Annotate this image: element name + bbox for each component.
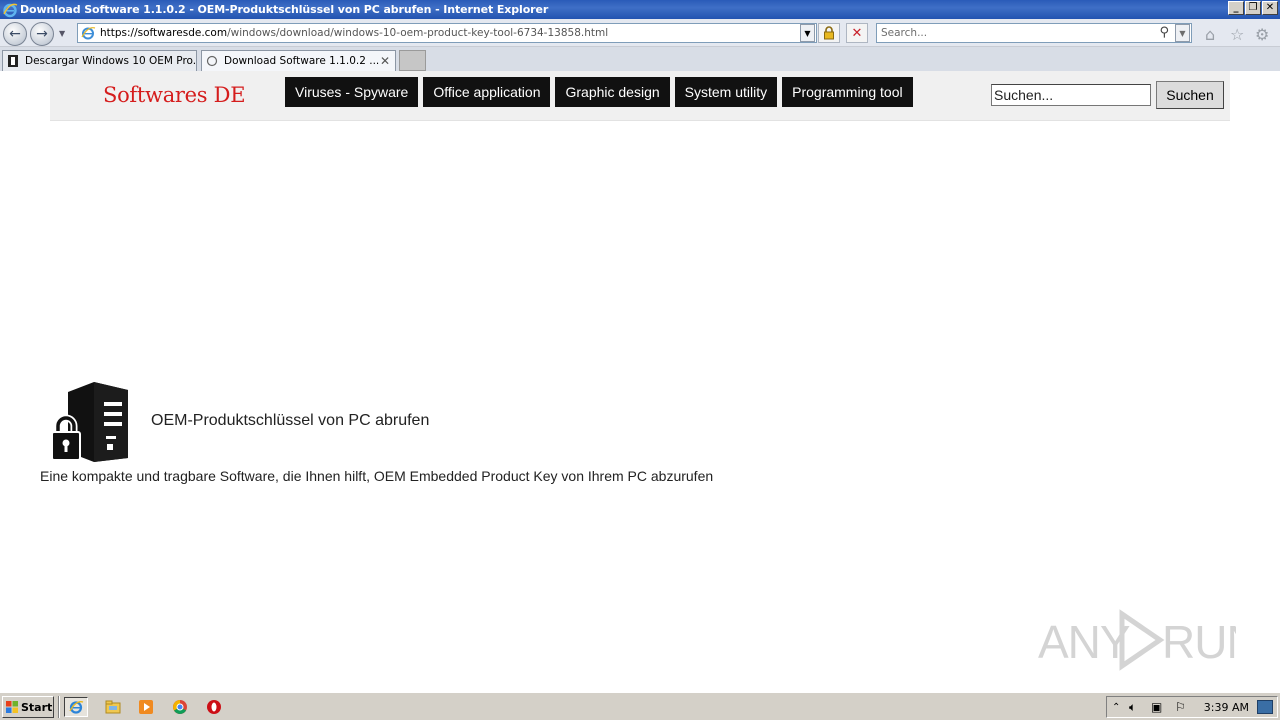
history-dropdown-icon[interactable]: ▼	[59, 29, 65, 38]
svg-text:ANY: ANY	[1038, 616, 1130, 668]
taskbar: Start ⌃ 🔈︎ ▣ ⚐ 3:39 AM	[0, 692, 1280, 720]
close-tab-icon[interactable]: ✕	[380, 54, 390, 68]
search-provider-dropdown[interactable]: ▼	[1175, 24, 1190, 42]
site-search-input[interactable]: Suchen...	[991, 84, 1151, 106]
menu-item-graphic-design[interactable]: Graphic design	[555, 77, 670, 107]
minimize-button[interactable]: _	[1228, 1, 1244, 15]
site-header: Softwares DE Viruses - Spyware Office ap…	[50, 71, 1230, 121]
forward-button[interactable]: →	[30, 22, 54, 46]
gear-icon[interactable]: ⚙	[1255, 25, 1269, 44]
internet-explorer-icon	[69, 701, 84, 714]
lock-icon	[824, 26, 834, 40]
action-center-flag-icon[interactable]: ⚐	[1175, 700, 1186, 714]
opera-icon	[207, 700, 221, 714]
chevron-down-icon: ▼	[804, 28, 811, 38]
media-player-icon	[139, 700, 153, 714]
address-bar[interactable]: https://softwaresde.com/windows/download…	[77, 23, 817, 43]
anyrun-watermark: ANY RUN	[1036, 606, 1236, 672]
tab-download-software[interactable]: Download Software 1.1.0.2 ... ✕	[201, 50, 396, 71]
new-tab-button[interactable]	[399, 50, 426, 71]
favorites-star-icon[interactable]: ☆	[1230, 25, 1244, 44]
start-button[interactable]: Start	[2, 696, 54, 718]
window-title-bar[interactable]: Download Software 1.1.0.2 - OEM-Produkts…	[0, 0, 1280, 19]
system-tray: ⌃ 🔈︎ ▣ ⚐ 3:39 AM	[1106, 696, 1278, 718]
menu-item-office-application[interactable]: Office application	[423, 77, 551, 107]
clock[interactable]: 3:39 AM	[1204, 701, 1249, 714]
close-icon: ✕	[851, 25, 863, 41]
forward-arrow-icon: →	[36, 26, 48, 42]
address-dropdown-button[interactable]: ▼	[800, 24, 815, 42]
start-label: Start	[21, 700, 53, 714]
tab-label: Download Software 1.1.0.2 ...	[224, 55, 380, 67]
menu-item-viruses-spyware[interactable]: Viruses - Spyware	[285, 77, 419, 107]
menu-item-programming-tool[interactable]: Programming tool	[782, 77, 913, 107]
folder-icon	[105, 700, 121, 714]
window-title: Download Software 1.1.0.2 - OEM-Produkts…	[20, 3, 549, 16]
stop-button[interactable]: ✕	[846, 23, 868, 43]
chevron-down-icon: ▼	[1179, 28, 1186, 38]
chrome-icon	[173, 700, 187, 714]
url-host: https://softwaresde.com	[100, 27, 228, 39]
url-path: /windows/download/windows-10-oem-product…	[227, 27, 609, 39]
network-icon[interactable]: ▣	[1151, 700, 1162, 714]
site-search-button[interactable]: Suchen	[1156, 81, 1224, 109]
page-favicon-icon	[8, 55, 18, 67]
taskbar-separator	[58, 696, 60, 718]
tab-descargar[interactable]: Descargar Windows 10 OEM Pro...	[2, 50, 197, 71]
internet-explorer-icon	[3, 3, 18, 17]
taskbar-opera-button[interactable]	[202, 697, 226, 717]
tab-bar: Descargar Windows 10 OEM Pro... Download…	[0, 47, 1280, 71]
home-icon[interactable]: ⌂	[1205, 25, 1215, 44]
site-logo[interactable]: Softwares DE	[103, 83, 246, 107]
browser-search-input[interactable]: Search... ⚲ ▼	[876, 23, 1192, 43]
product-key-tool-icon	[51, 382, 128, 462]
search-icon[interactable]: ⚲	[1159, 25, 1169, 40]
page-icon	[81, 27, 96, 40]
browser-search-placeholder: Search...	[881, 27, 928, 39]
anyrun-logo: ANY RUN	[1038, 609, 1236, 671]
tab-label: Descargar Windows 10 OEM Pro...	[25, 55, 197, 67]
menu-item-system-utility[interactable]: System utility	[674, 77, 778, 107]
navigation-bar: ← → ▼ https://softwaresde.com/windows/do…	[0, 19, 1280, 47]
volume-icon[interactable]: 🔈︎	[1129, 700, 1136, 715]
taskbar-ie-button[interactable]	[64, 697, 88, 717]
restore-button[interactable]: ❐	[1245, 1, 1261, 15]
back-button[interactable]: ←	[3, 22, 27, 46]
show-desktop-icon[interactable]	[1257, 700, 1273, 714]
close-window-button[interactable]: ✕	[1262, 1, 1278, 15]
show-hidden-icons-icon[interactable]: ⌃	[1112, 702, 1120, 713]
back-arrow-icon: ←	[9, 26, 21, 42]
svg-text:RUN: RUN	[1162, 616, 1236, 668]
taskbar-chrome-button[interactable]	[168, 697, 192, 717]
windows-flag-icon	[6, 701, 18, 713]
taskbar-explorer-button[interactable]	[101, 697, 125, 717]
site-menu: Viruses - Spyware Office application Gra…	[285, 77, 913, 107]
app-title: OEM-Produktschlüssel von PC abrufen	[151, 412, 430, 429]
security-lock-button[interactable]	[818, 23, 840, 43]
loading-icon	[206, 55, 218, 67]
taskbar-media-player-button[interactable]	[134, 697, 158, 717]
app-description: Eine kompakte und tragbare Software, die…	[40, 468, 714, 484]
